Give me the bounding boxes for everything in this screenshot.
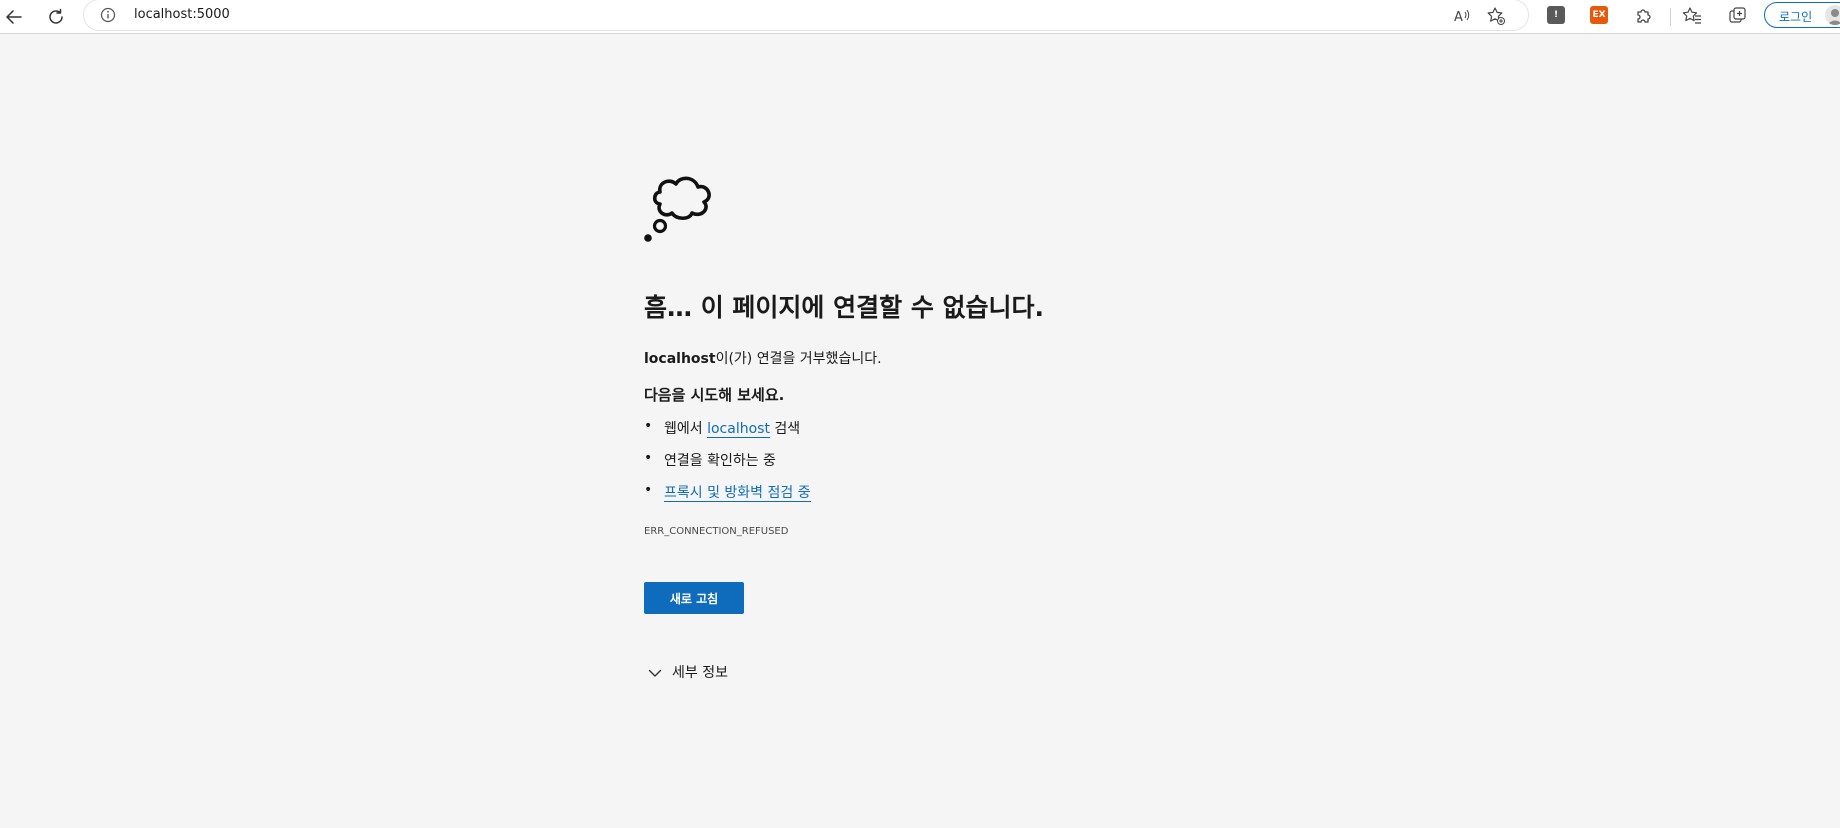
svg-text:A: A — [1454, 10, 1463, 25]
address-url[interactable]: localhost:5000 — [134, 7, 230, 23]
back-arrow-icon — [5, 8, 23, 26]
bullet: • — [644, 482, 653, 498]
suggestion-text: 연결을 확인하는 중 — [664, 453, 776, 469]
extension-ex-label: EX — [1592, 10, 1606, 20]
chevron-down-icon — [648, 665, 662, 684]
address-bar[interactable]: localhost:5000 A — [84, 0, 1528, 30]
bullet: • — [644, 450, 653, 466]
refresh-icon — [47, 8, 65, 26]
toolbar-divider — [1670, 8, 1671, 26]
error-code: ERR_CONNECTION_REFUSED — [644, 526, 789, 537]
reason-host: localhost — [644, 351, 716, 367]
collections-icon[interactable] — [1728, 6, 1748, 26]
login-button[interactable]: 로그인 — [1764, 2, 1840, 28]
search-localhost-link[interactable]: localhost — [707, 421, 770, 438]
error-reason: localhost이(가) 연결을 거부했습니다. — [644, 348, 882, 368]
details-label: 세부 정보 — [672, 665, 728, 681]
extension-exclaim-icon[interactable]: ! — [1547, 6, 1565, 24]
info-icon[interactable] — [100, 7, 116, 23]
add-favorite-icon[interactable] — [1486, 6, 1506, 26]
avatar — [1825, 5, 1840, 25]
suggestion-prefix: 웹에서 — [664, 421, 708, 437]
back-button[interactable] — [0, 3, 28, 31]
page-title: 흠… 이 페이지에 연결할 수 없습니다. — [644, 293, 1045, 322]
try-title: 다음을 시도해 보세요. — [644, 386, 785, 404]
favorites-icon[interactable] — [1682, 6, 1702, 26]
thought-cloud-icon — [644, 170, 724, 250]
extension-exclaim-label: ! — [1553, 10, 1559, 20]
browser-toolbar: localhost:5000 A ! EX 로그인 — [0, 0, 1840, 34]
extension-ex-icon[interactable]: EX — [1590, 6, 1608, 24]
read-aloud-icon[interactable]: A — [1452, 6, 1472, 26]
proxy-firewall-link[interactable]: 프록시 및 방화벽 점검 중 — [664, 485, 811, 502]
suggestion-suffix: 검색 — [769, 421, 801, 437]
refresh-button[interactable] — [42, 3, 70, 31]
bullet: • — [644, 418, 653, 434]
reload-button[interactable]: 새로 고침 — [644, 582, 744, 614]
reason-text: 이(가) 연결을 거부했습니다. — [715, 351, 882, 367]
login-label: 로그인 — [1779, 10, 1813, 24]
puzzle-icon[interactable] — [1634, 6, 1654, 26]
